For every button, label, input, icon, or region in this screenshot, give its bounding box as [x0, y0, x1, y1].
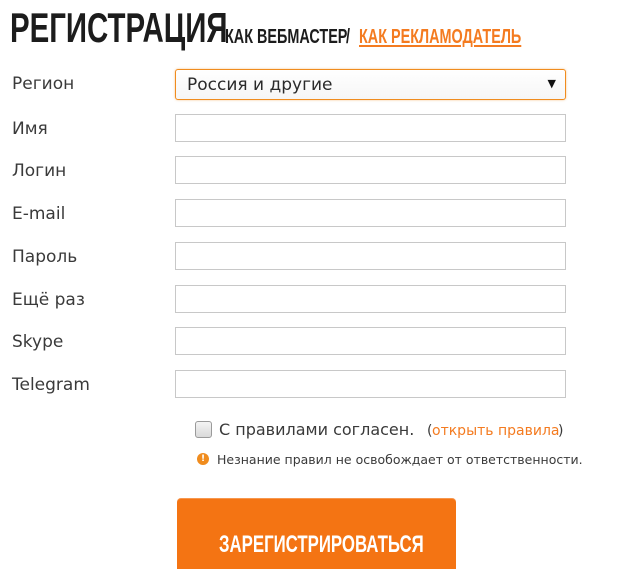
rules-paren-close: ) [558, 423, 564, 439]
email-input[interactable] [175, 199, 566, 227]
login-input[interactable] [175, 156, 566, 184]
password-repeat-label: Ещё раз [12, 290, 85, 310]
as-webmaster-link[interactable]: КАК ВЕБМАСТЕР [225, 25, 347, 49]
skype-label: Skype [12, 332, 64, 352]
header-separator: / [346, 26, 351, 48]
email-row: E-mail [0, 199, 620, 229]
region-select[interactable]: Россия и другие ▼ [175, 69, 566, 100]
register-button[interactable]: ЗАРЕГИСТРИРОВАТЬСЯ [177, 498, 456, 569]
region-row: Регион Россия и другие ▼ [0, 69, 620, 100]
skype-input[interactable] [175, 327, 566, 355]
registration-page: РЕГИСТРАЦИЯ КАК ВЕБМАСТЕР / КАК РЕКЛАМОД… [0, 0, 620, 569]
dropdown-arrow-icon: ▼ [547, 77, 556, 90]
open-rules-link[interactable]: открыть правила [432, 421, 559, 441]
telegram-input[interactable] [175, 370, 566, 398]
password-label: Пароль [12, 247, 78, 267]
register-button-label: ЗАРЕГИСТРИРОВАТЬСЯ [219, 531, 424, 558]
password-row: Пароль [0, 242, 620, 272]
region-label: Регион [12, 74, 75, 94]
login-label: Логин [12, 161, 67, 181]
telegram-row: Telegram [0, 370, 620, 400]
exclamation-circle-icon: ! [197, 453, 209, 465]
agree-checkbox[interactable] [195, 421, 212, 438]
skype-row: Skype [0, 327, 620, 357]
email-label: E-mail [12, 204, 66, 224]
password-repeat-input[interactable] [175, 285, 566, 313]
login-row: Логин [0, 156, 620, 186]
telegram-label: Telegram [12, 375, 90, 395]
as-advertiser-link[interactable]: КАК РЕКЛАМОДАТЕЛЬ [359, 25, 521, 49]
warning-text: Незнание правил не освобождает от ответс… [217, 452, 583, 467]
password-input[interactable] [175, 242, 566, 270]
name-row: Имя [0, 114, 620, 144]
agree-label[interactable]: С правилами согласен. [219, 419, 414, 441]
password-repeat-row: Ещё раз [0, 285, 620, 315]
page-title: РЕГИСТРАЦИЯ [10, 4, 228, 51]
region-select-value: Россия и другие [187, 75, 333, 95]
name-input[interactable] [175, 114, 566, 142]
name-label: Имя [12, 119, 48, 139]
